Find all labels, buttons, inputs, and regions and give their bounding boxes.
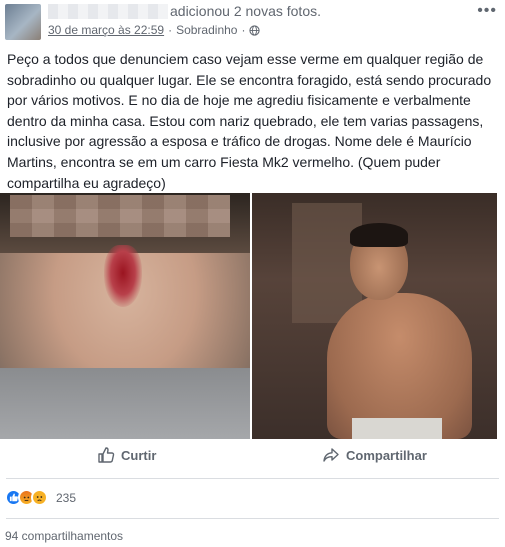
post-header: adicionou 2 novas fotos. 30 de março às … (0, 0, 505, 42)
photo-grid (0, 193, 505, 439)
photo-detail (0, 368, 250, 439)
meta-separator: · (168, 23, 173, 37)
post-timestamp[interactable]: 30 de março às 22:59 (48, 23, 164, 37)
photo-detail (104, 245, 142, 307)
sad-reaction-icon (31, 489, 48, 506)
reactions-summary[interactable]: 235 (5, 489, 76, 506)
thumbs-up-icon (98, 447, 115, 463)
post-actions-bar: Curtir Compartilhar (0, 446, 505, 474)
like-label: Curtir (121, 447, 157, 463)
share-arrow-icon (323, 448, 339, 462)
post-action-text: adicionou 2 novas fotos. (170, 3, 321, 19)
shares-count[interactable]: 94 compartilhamentos (5, 529, 123, 543)
share-label: Compartilhar (346, 447, 427, 463)
post-meta: 30 de março às 22:59 · Sobradinho · (48, 23, 261, 37)
like-button[interactable]: Curtir (97, 446, 156, 464)
reactions-count: 235 (56, 490, 77, 505)
photo-injured-face[interactable] (0, 193, 250, 439)
more-options-icon[interactable]: ••• (477, 2, 497, 20)
photo-detail (350, 223, 408, 247)
globe-icon[interactable] (249, 24, 261, 36)
share-button[interactable]: Compartilhar (322, 446, 427, 464)
post-body-text: Peço a todos que denunciem caso vejam es… (7, 51, 492, 191)
profile-avatar[interactable] (5, 4, 41, 40)
pixelated-eyes (10, 195, 230, 237)
meta-separator: · (241, 23, 246, 37)
divider (6, 518, 499, 519)
photo-suspect[interactable] (252, 193, 497, 439)
author-name-redacted[interactable] (48, 4, 168, 19)
divider (6, 478, 499, 479)
post-location[interactable]: Sobradinho (176, 23, 237, 37)
photo-detail (352, 418, 442, 439)
